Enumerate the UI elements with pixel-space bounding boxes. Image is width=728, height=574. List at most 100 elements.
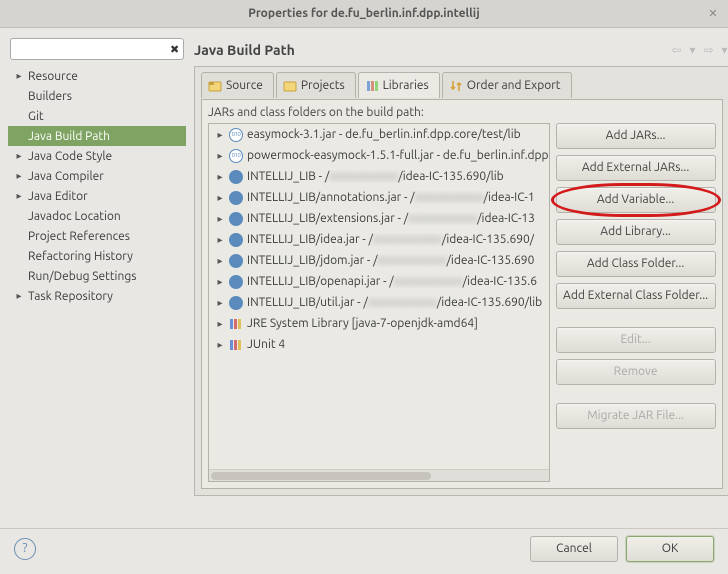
library-entry[interactable]: ▸ INTELLIJ_LIB/annotations.jar - /xxxxxxx… — [209, 187, 549, 208]
expand-arrow-icon[interactable]: ▸ — [215, 150, 225, 162]
clear-filter-icon[interactable]: ✖ — [170, 42, 179, 56]
library-entry[interactable]: ▸ INTELLIJ_LIB/openapi.jar - /xxxxxxxxxxx… — [209, 271, 549, 292]
library-label: INTELLIJ_LIB/annotations.jar - /xxxxxxxx… — [247, 191, 535, 204]
expand-arrow-icon[interactable]: ▸ — [215, 318, 225, 330]
category-git[interactable]: Git — [8, 106, 186, 126]
jar-icon — [229, 149, 243, 163]
tab-order[interactable]: Order and Export — [442, 72, 572, 98]
add-variable-button[interactable]: Add Variable... — [556, 187, 716, 213]
expand-arrow-icon[interactable]: ▸ — [12, 70, 26, 82]
add-class-folder-button[interactable]: Add Class Folder... — [556, 251, 716, 277]
cancel-button[interactable]: Cancel — [530, 536, 618, 562]
library-label: easymock-3.1.jar - de.fu_berlin.inf.dpp.… — [247, 128, 521, 141]
category-label: Resource — [26, 70, 78, 83]
libraries-list[interactable]: ▸ easymock-3.1.jar - de.fu_berlin.inf.dpp… — [208, 123, 550, 482]
help-icon[interactable]: ? — [14, 538, 36, 560]
library-entry[interactable]: ▸INTELLIJ_LIB - /xxxxxxxxxxx/idea-IC-135… — [209, 166, 549, 187]
tab-label: Projects — [301, 79, 345, 92]
expand-arrow-icon[interactable]: ▸ — [215, 339, 225, 351]
expand-arrow-icon[interactable]: ▸ — [215, 171, 225, 183]
library-entry[interactable]: ▸JRE System Library [java-7-openjdk-amd6… — [209, 313, 549, 334]
tab-libraries[interactable]: Libraries — [358, 72, 440, 98]
library-entry[interactable]: ▸ INTELLIJ_LIB/idea.jar - /xxxxxxxxxxx/id… — [209, 229, 549, 250]
category-label: Refactoring History — [26, 250, 133, 263]
expand-arrow-icon[interactable]: ▸ — [215, 213, 225, 225]
expand-arrow-icon[interactable]: ▸ — [12, 190, 26, 202]
category-project-references[interactable]: Project References — [8, 226, 186, 246]
expand-arrow-icon[interactable]: ▸ — [215, 255, 225, 267]
add-jars-button[interactable]: Add JARs... — [556, 123, 716, 149]
ok-button[interactable]: OK — [626, 536, 714, 562]
expand-arrow-icon[interactable]: ▸ — [215, 234, 225, 246]
nav-back-drop-icon[interactable]: ▾ — [687, 43, 697, 57]
variable-icon — [229, 170, 243, 184]
expand-arrow-icon[interactable]: ▸ — [215, 129, 225, 141]
library-entry[interactable]: ▸JUnit 4 — [209, 334, 549, 355]
library-label: INTELLIJ_LIB/openapi.jar - /xxxxxxxxxxx/… — [247, 275, 537, 288]
category-tree[interactable]: ▸ResourceBuildersGitJava Build Path▸Java… — [8, 66, 186, 528]
category-label: Project References — [26, 230, 130, 243]
category-label: Java Build Path — [26, 130, 110, 143]
library-entry[interactable]: ▸ easymock-3.1.jar - de.fu_berlin.inf.dpp… — [209, 124, 549, 145]
tab-folder: SourceProjectsLibrariesOrder and Export … — [194, 66, 728, 496]
dialog-button-bar: ? Cancel OK — [0, 528, 728, 568]
jar-icon — [229, 128, 243, 142]
category-label: Run/Debug Settings — [26, 270, 136, 283]
page-header: Java Build Path ⇦ ▾ ⇨ ▾ — [194, 34, 728, 66]
library-entry[interactable]: ▸ INTELLIJ_LIB/extensions.jar - /xxxxxxxx… — [209, 208, 549, 229]
category-task-repository[interactable]: ▸Task Repository — [8, 286, 186, 306]
expand-arrow-icon[interactable]: ▸ — [12, 290, 26, 302]
tab-body-libraries: JARs and class folders on the build path… — [201, 99, 723, 489]
library-label: INTELLIJ_LIB/util.jar - /xxxxxxxxxxx/ide… — [247, 296, 542, 309]
libraries-area: ▸ easymock-3.1.jar - de.fu_berlin.inf.dpp… — [208, 123, 716, 482]
filter-input[interactable] — [15, 43, 170, 56]
expand-arrow-icon[interactable]: ▸ — [215, 192, 225, 204]
tab-source[interactable]: Source — [201, 72, 274, 98]
expand-arrow-icon[interactable]: ▸ — [215, 276, 225, 288]
expand-arrow-icon[interactable]: ▸ — [12, 150, 26, 162]
category-javadoc-location[interactable]: Javadoc Location — [8, 206, 186, 226]
nav-fwd-icon[interactable]: ⇨ — [701, 43, 715, 57]
category-label: Javadoc Location — [26, 210, 121, 223]
category-refactoring-history[interactable]: Refactoring History — [8, 246, 186, 266]
source-tab-icon — [208, 79, 222, 93]
category-label: Java Code Style — [26, 150, 112, 163]
library-set-icon — [229, 317, 243, 331]
main-area: ✖ ▸ResourceBuildersGitJava Build Path▸Ja… — [0, 28, 728, 528]
remove-button: Remove — [556, 359, 716, 385]
add-external-jars-button[interactable]: Add External JARs... — [556, 155, 716, 181]
category-java-editor[interactable]: ▸Java Editor — [8, 186, 186, 206]
tab-label: Source — [226, 79, 263, 92]
title-bar: Properties for de.fu_berlin.inf.dpp.inte… — [0, 0, 728, 28]
nav-fwd-drop-icon[interactable]: ▾ — [720, 43, 728, 57]
expand-arrow-icon[interactable]: ▸ — [12, 170, 26, 182]
category-run-debug-settings[interactable]: Run/Debug Settings — [8, 266, 186, 286]
library-label: powermock-easymock-1.5.1-full.jar - de.f… — [247, 149, 549, 162]
category-label: Git — [26, 110, 44, 123]
button-column: Add JARs... Add External JARs... Add Var… — [556, 123, 716, 482]
nav-back-icon[interactable]: ⇦ — [669, 43, 683, 57]
tab-strip: Source Projects LibrariesOrder and Export — [201, 71, 723, 97]
add-library-button[interactable]: Add Library... — [556, 219, 716, 245]
library-label: INTELLIJ_LIB/idea.jar - /xxxxxxxxxxx/ide… — [247, 233, 534, 246]
scrollbar-thumb[interactable] — [211, 472, 431, 480]
close-icon[interactable]: ✕ — [706, 7, 720, 21]
library-entry[interactable]: ▸INTELLIJ_LIB/jdom.jar - /xxxxxxxxxxx/id… — [209, 250, 549, 271]
expand-arrow-icon[interactable]: ▸ — [215, 297, 225, 309]
library-entry[interactable]: ▸ powermock-easymock-1.5.1-full.jar - de.… — [209, 145, 549, 166]
add-variable-label: Add Variable... — [597, 193, 674, 206]
category-java-compiler[interactable]: ▸Java Compiler — [8, 166, 186, 186]
category-java-code-style[interactable]: ▸Java Code Style — [8, 146, 186, 166]
library-label: INTELLIJ_LIB/extensions.jar - /xxxxxxxxx… — [247, 212, 535, 225]
category-label: Java Editor — [26, 190, 88, 203]
category-java-build-path[interactable]: Java Build Path — [8, 126, 186, 146]
category-builders[interactable]: Builders — [8, 86, 186, 106]
library-entry[interactable]: ▸ INTELLIJ_LIB/util.jar - /xxxxxxxxxxx/id… — [209, 292, 549, 313]
tab-projects[interactable]: Projects — [276, 72, 356, 98]
horizontal-scrollbar[interactable] — [209, 469, 549, 481]
filter-field[interactable]: ✖ — [10, 38, 184, 60]
category-resource[interactable]: ▸Resource — [8, 66, 186, 86]
order-tab-icon — [449, 79, 463, 93]
category-panel: ✖ ▸ResourceBuildersGitJava Build Path▸Ja… — [8, 34, 186, 528]
add-external-class-folder-button[interactable]: Add External Class Folder... — [556, 283, 716, 309]
